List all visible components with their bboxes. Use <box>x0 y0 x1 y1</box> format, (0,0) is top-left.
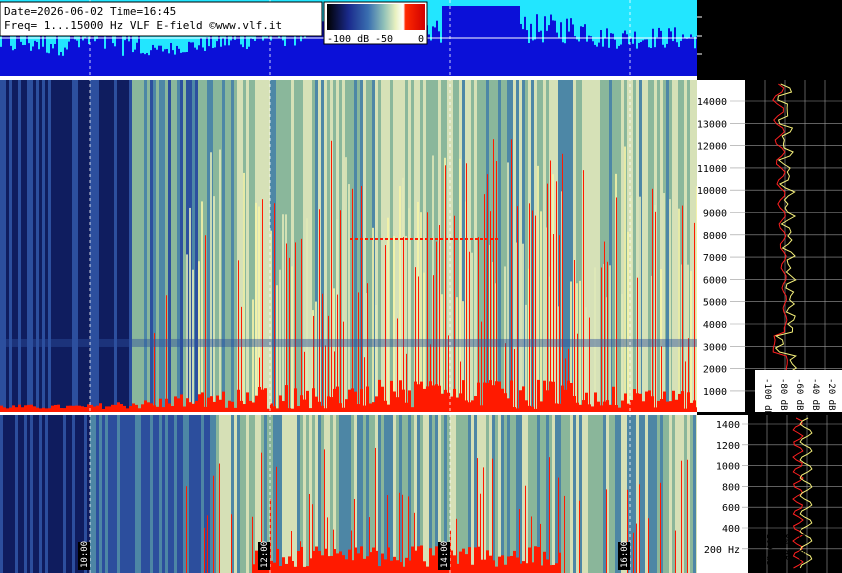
strip-scale-label: 0 % <box>715 32 733 43</box>
freq-axis-label: 14000 <box>697 97 727 108</box>
freq-axis-label: 8000 <box>703 231 727 242</box>
db-axis-label: -60 dB <box>794 378 804 411</box>
low-freq-axis-label: 1200 <box>716 441 740 452</box>
time-tag-label: 12:00 <box>260 541 270 568</box>
freq-label: Freq= 1...15000 Hz VLF E-field ©www.vlf.… <box>4 19 282 32</box>
freq-axis-label: 2000 <box>703 365 727 376</box>
freq-axis-label: 6000 <box>703 275 727 286</box>
low-db-axis-label: -80 dB <box>780 528 790 561</box>
low-freq-axis-label: 400 <box>722 524 740 535</box>
vlf-spectrogram-window: 50 % 0 % -50 % 14000 13000 12000 11000 10000 90… <box>0 0 842 573</box>
freq-axis-label: 10000 <box>697 186 727 197</box>
color-scale-max-label: 0 <box>418 34 424 45</box>
info-box: Date=2026-06-02 Time=16:45 Freq= 1...150… <box>0 1 323 37</box>
main-spectrogram <box>0 80 699 413</box>
color-scale-bar <box>327 4 425 30</box>
low-db-axis-label: -20 dB <box>828 528 838 561</box>
main-spectrum-panel: 14000 13000 12000 11000 10000 9000 8000 7000 600… <box>697 80 842 416</box>
freq-axis-label: 5000 <box>703 298 727 309</box>
time-tag-label: 10:00 <box>80 541 90 568</box>
freq-axis-label: 1000 <box>703 387 727 398</box>
freq-axis-label: 13000 <box>697 119 727 130</box>
db-axis-label: -100 dB <box>762 378 772 416</box>
low-freq-axis-label: 600 <box>722 503 740 514</box>
date-time-label: Date=2026-06-02 Time=16:45 <box>4 5 176 18</box>
low-spectrum-panel: 1400 1200 1000 800 600 400 200 Hz -100 dB -80 dB… <box>697 415 842 573</box>
freq-axis-label: 3000 <box>703 342 727 353</box>
time-tag-label: 14:00 <box>440 541 450 568</box>
freq-axis-label: 7000 <box>703 253 727 264</box>
db-axis-label: -20 dB <box>826 378 836 411</box>
db-axis-label: -80 dB <box>778 378 788 411</box>
time-tag-label: 16:00 <box>620 541 630 568</box>
low-freq-spectrogram <box>0 415 699 573</box>
strip-scale-label: -50 % <box>703 50 733 61</box>
low-freq-axis-label: 800 <box>722 482 740 493</box>
freq-axis-label: 11000 <box>697 164 727 175</box>
color-scale: -100 dB -50 0 <box>323 1 428 45</box>
db-axis-label: -40 dB <box>810 378 820 411</box>
color-scale-min-label: -100 dB <box>327 34 369 45</box>
freq-axis-label: 4000 <box>703 320 727 331</box>
freq-axis-label: 12000 <box>697 142 727 153</box>
low-db-axis-label: -40 dB <box>812 528 822 561</box>
low-freq-axis-label: 1400 <box>716 420 740 431</box>
low-freq-axis-label: 200 Hz <box>704 545 740 556</box>
strip-scale-label: 50 % <box>709 13 733 24</box>
freq-axis-label: 9000 <box>703 209 727 220</box>
spectrogram-canvas: 50 %0 %-50 % 140001300012000110001000090… <box>0 0 842 573</box>
low-freq-axis-label: 1000 <box>716 462 740 473</box>
color-scale-mid-label: -50 <box>375 34 393 45</box>
low-db-axis-label: -100 dB <box>764 528 774 566</box>
low-db-axis-label: -60 dB <box>796 528 806 561</box>
